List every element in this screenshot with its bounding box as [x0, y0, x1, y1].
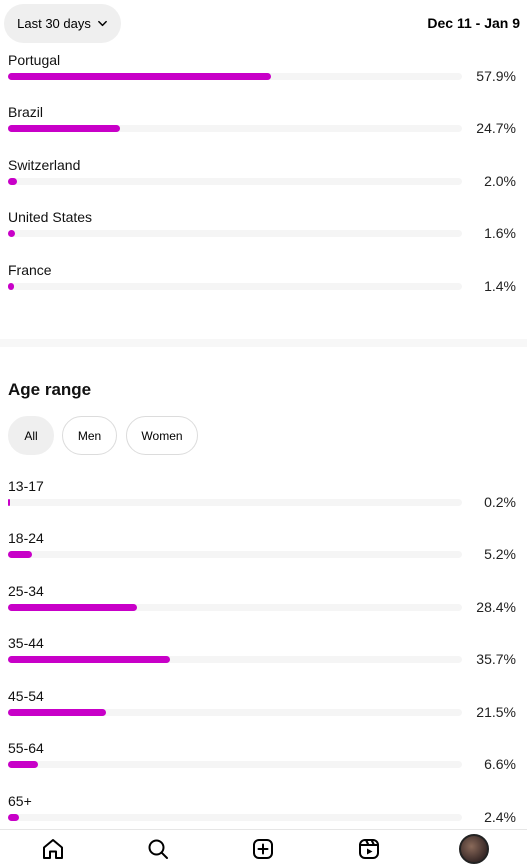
age-row: 25-34 28.4% — [8, 583, 518, 627]
bar-track — [8, 178, 462, 185]
nav-search[interactable] — [138, 831, 178, 867]
filter-chip-men[interactable]: Men — [62, 416, 117, 455]
date-range-selector[interactable]: Last 30 days — [4, 4, 121, 43]
bar-fill — [8, 709, 106, 716]
percent-value: 28.4% — [476, 599, 516, 615]
age-label: 55-64 — [8, 740, 44, 756]
bar-fill — [8, 178, 18, 185]
reels-icon — [358, 839, 379, 859]
bar-fill — [8, 230, 16, 237]
percent-value: 24.7% — [476, 120, 516, 136]
bar-fill — [8, 283, 15, 290]
bar-track — [8, 230, 462, 237]
percent-value: 2.0% — [484, 173, 516, 189]
age-label: 65+ — [8, 793, 32, 809]
location-label: Switzerland — [8, 157, 81, 173]
nav-home[interactable] — [33, 831, 73, 867]
profile-avatar — [459, 834, 490, 864]
nav-reels[interactable] — [349, 831, 389, 867]
location-row: Brazil 24.7% — [8, 104, 518, 148]
nav-profile[interactable] — [454, 831, 494, 867]
search-icon — [148, 839, 169, 859]
bar-track — [8, 73, 462, 80]
age-label: 25-34 — [8, 583, 44, 599]
bar-fill — [8, 499, 10, 506]
location-label: Portugal — [8, 52, 61, 68]
create-icon — [253, 839, 274, 859]
date-range-selector-label: Last 30 days — [17, 16, 91, 31]
bar-fill — [8, 656, 171, 663]
top-bar: Last 30 days Dec 11 - Jan 9 — [0, 0, 527, 50]
percent-value: 21.5% — [476, 704, 516, 720]
location-label: France — [8, 262, 52, 278]
percent-value: 0.2% — [484, 494, 516, 510]
bar-track — [8, 761, 462, 768]
bar-track — [8, 604, 462, 611]
filter-chip-all[interactable]: All — [8, 416, 54, 455]
home-icon — [42, 839, 63, 859]
filter-chip-women[interactable]: Women — [126, 416, 198, 455]
age-label: 13-17 — [8, 478, 44, 494]
age-row: 45-54 21.5% — [8, 688, 518, 732]
location-row: Portugal 57.9% — [8, 52, 518, 96]
section-divider — [0, 339, 527, 347]
age-row: 55-64 6.6% — [8, 740, 518, 784]
age-label: 18-24 — [8, 530, 44, 546]
bar-fill — [8, 814, 19, 821]
age-label: 35-44 — [8, 635, 44, 651]
bottom-nav — [0, 829, 527, 868]
nav-create[interactable] — [243, 831, 283, 867]
date-range-text: Dec 11 - Jan 9 — [427, 15, 520, 31]
age-row: 18-24 5.2% — [8, 530, 518, 574]
percent-value: 1.4% — [484, 278, 516, 294]
location-row: United States 1.6% — [8, 209, 518, 253]
age-row: 35-44 35.7% — [8, 635, 518, 679]
location-label: Brazil — [8, 104, 44, 120]
bar-track — [8, 551, 462, 558]
location-row: France 1.4% — [8, 262, 518, 306]
bar-track — [8, 283, 462, 290]
bar-track — [8, 709, 462, 716]
age-range-title: Age range — [8, 380, 92, 399]
chevron-down-icon — [97, 20, 107, 27]
bar-fill — [8, 73, 271, 80]
bar-track — [8, 125, 462, 132]
age-row: 13-17 0.2% — [8, 478, 518, 522]
bar-track — [8, 814, 462, 821]
location-label: United States — [8, 209, 93, 225]
percent-value: 2.4% — [484, 809, 516, 825]
bar-track — [8, 656, 462, 663]
percent-value: 6.6% — [484, 756, 516, 772]
percent-value: 57.9% — [476, 68, 516, 84]
percent-value: 1.6% — [484, 225, 516, 241]
age-label: 45-54 — [8, 688, 44, 704]
bar-track — [8, 499, 462, 506]
location-row: Switzerland 2.0% — [8, 157, 518, 201]
bar-fill — [8, 551, 32, 558]
percent-value: 5.2% — [484, 546, 516, 562]
bar-fill — [8, 125, 121, 132]
percent-value: 35.7% — [476, 651, 516, 667]
bar-fill — [8, 761, 38, 768]
bar-fill — [8, 604, 137, 611]
